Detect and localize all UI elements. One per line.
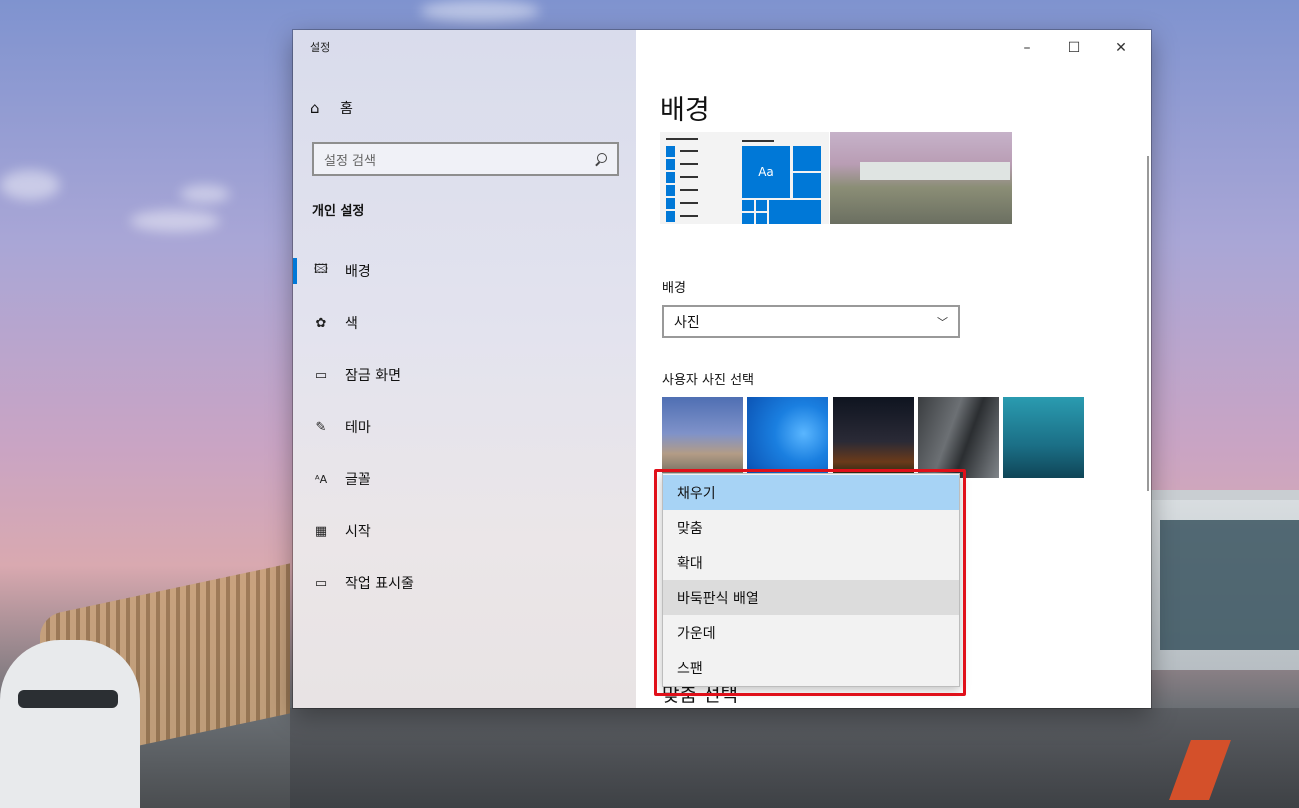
background-preview: Aa xyxy=(660,132,1012,224)
sidebar-item-lock-screen[interactable]: ▭ 잠금 화면 xyxy=(293,349,636,401)
maximize-button[interactable]: ☐ xyxy=(1064,38,1084,58)
nav-home-label: 홈 xyxy=(340,101,353,117)
page-title: 배경 xyxy=(660,95,710,126)
sidebar-item-label: 잠금 화면 xyxy=(345,368,401,384)
background-type-select[interactable]: 사진 ﹀ xyxy=(662,305,960,338)
search-icon[interactable] xyxy=(594,152,607,166)
search-placeholder: 설정 검색 xyxy=(324,153,376,169)
content-pane: – ☐ ✕ 배경 Aa 배경 사진 ﹀ 사용자 사진 선택 맞춤 선택 채우기 … xyxy=(636,30,1151,708)
dropdown-option-tile[interactable]: 바둑판식 배열 xyxy=(663,580,959,615)
background-type-value: 사진 xyxy=(674,314,700,331)
photo-thumbnail[interactable] xyxy=(918,397,999,478)
settings-window: 설정 ⌂ 홈 설정 검색 개인 설정 🖾 배경 ✿ 색 ▭ 잠금 화면 ✎ 테마… xyxy=(293,30,1151,708)
taskbar-icon: ▭ xyxy=(314,575,328,591)
preview-start-menu xyxy=(660,132,742,224)
chevron-down-icon: ﹀ xyxy=(937,315,948,329)
preview-tiles: Aa xyxy=(742,132,829,224)
sidebar-item-taskbar[interactable]: ▭ 작업 표시줄 xyxy=(293,557,636,609)
preview-wallpaper-image xyxy=(830,132,1012,224)
palette-icon: ✿ xyxy=(315,315,327,331)
dropdown-option-stretch[interactable]: 확대 xyxy=(663,545,959,580)
choose-photo-label: 사용자 사진 선택 xyxy=(662,373,754,388)
start-icon: ▦ xyxy=(314,523,328,539)
nav-list: 🖾 배경 ✿ 색 ▭ 잠금 화면 ✎ 테마 ᴬA 글꼴 ▦ 시작 ▭ 작업 표시… xyxy=(293,245,636,609)
sidebar-item-label: 작업 표시줄 xyxy=(345,576,414,592)
photo-thumbnail[interactable] xyxy=(1003,397,1084,478)
close-button[interactable]: ✕ xyxy=(1111,38,1131,58)
window-title: 설정 xyxy=(310,41,331,54)
home-icon: ⌂ xyxy=(310,99,320,117)
sidebar-item-label: 배경 xyxy=(345,264,371,280)
font-icon: ᴬA xyxy=(314,472,328,486)
photo-thumbnail[interactable] xyxy=(662,397,743,478)
lock-screen-icon: ▭ xyxy=(314,367,328,383)
dropdown-option-center[interactable]: 가운데 xyxy=(663,615,959,650)
sidebar-item-color[interactable]: ✿ 색 xyxy=(293,297,636,349)
photo-thumbnail[interactable] xyxy=(747,397,828,478)
dropdown-option-span[interactable]: 스팬 xyxy=(663,650,959,685)
sidebar-item-start[interactable]: ▦ 시작 xyxy=(293,505,636,557)
dropdown-option-fill[interactable]: 채우기 xyxy=(663,475,959,510)
theme-icon: ✎ xyxy=(315,419,327,435)
sidebar-item-fonts[interactable]: ᴬA 글꼴 xyxy=(293,453,636,505)
nav-home[interactable]: ⌂ 홈 xyxy=(310,98,353,118)
sidebar-item-background[interactable]: 🖾 배경 xyxy=(293,245,636,297)
content-scrollbar[interactable] xyxy=(1147,156,1149,491)
fit-options-dropdown: 채우기 맞춤 확대 바둑판식 배열 가운데 스팬 xyxy=(662,473,960,687)
photo-thumbnail[interactable] xyxy=(833,397,914,478)
sidebar-item-theme[interactable]: ✎ 테마 xyxy=(293,401,636,453)
picture-icon: 🖾 xyxy=(313,262,329,277)
settings-search-input[interactable]: 설정 검색 xyxy=(312,142,619,176)
minimize-button[interactable]: – xyxy=(1017,38,1037,58)
dropdown-option-fit[interactable]: 맞춤 xyxy=(663,510,959,545)
sidebar-item-label: 색 xyxy=(345,316,358,332)
sidebar-item-label: 시작 xyxy=(345,524,371,540)
background-label: 배경 xyxy=(662,281,686,296)
section-heading: 개인 설정 xyxy=(312,204,365,219)
navigation-pane: 설정 ⌂ 홈 설정 검색 개인 설정 🖾 배경 ✿ 색 ▭ 잠금 화면 ✎ 테마… xyxy=(293,30,636,708)
sidebar-item-label: 글꼴 xyxy=(345,472,371,488)
preview-tile-text: Aa xyxy=(742,146,790,198)
sidebar-item-label: 테마 xyxy=(345,420,371,436)
